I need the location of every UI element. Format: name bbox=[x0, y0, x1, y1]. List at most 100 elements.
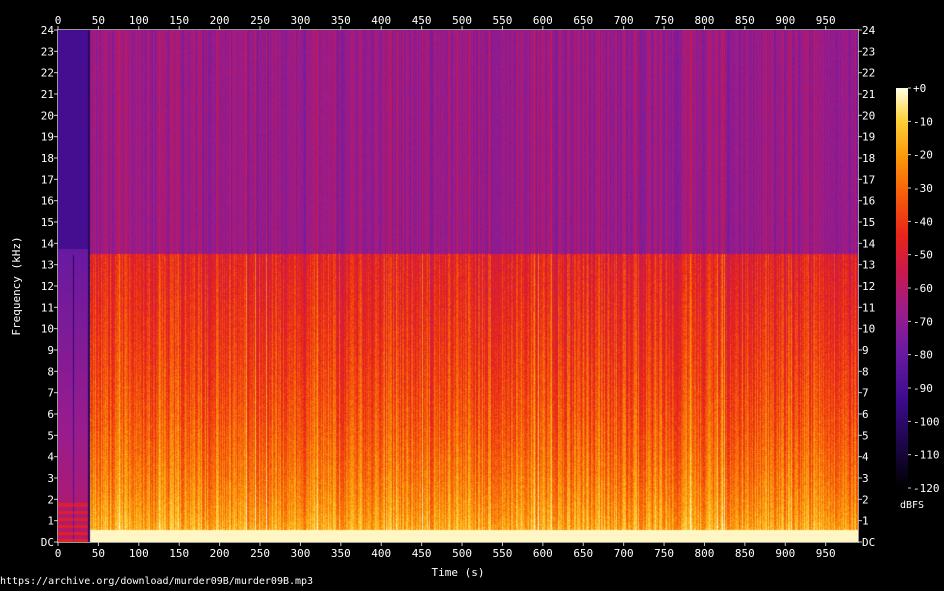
x-tick-label-top: 200 bbox=[210, 14, 230, 27]
y-tick-label: 7 bbox=[47, 387, 54, 400]
x-tick-label: 800 bbox=[695, 547, 715, 560]
x-tick-label: 750 bbox=[654, 547, 674, 560]
x-tick-label-top: 300 bbox=[290, 14, 310, 27]
y-tick-label-right: 14 bbox=[862, 237, 876, 250]
y-tick-label: 15 bbox=[41, 216, 54, 229]
y-tick-label-right: 16 bbox=[862, 195, 875, 208]
y-tick-label-right: 17 bbox=[862, 173, 875, 186]
x-tick-label-top: 600 bbox=[533, 14, 553, 27]
x-tick-label-top: 700 bbox=[614, 14, 634, 27]
y-tick-label-right: 10 bbox=[862, 323, 875, 336]
x-tick-label-top: 350 bbox=[331, 14, 351, 27]
x-tick-label: 350 bbox=[331, 547, 351, 560]
x-tick-label-top: 150 bbox=[169, 14, 189, 27]
y-tick-label-right: 23 bbox=[862, 45, 875, 58]
y-tick-label-right: 19 bbox=[862, 131, 875, 144]
colorbar-tick-label: -90 bbox=[913, 382, 933, 395]
x-tick-label-top: 950 bbox=[816, 14, 836, 27]
x-tick-label: 950 bbox=[816, 547, 836, 560]
x-tick-label-top: 100 bbox=[129, 14, 149, 27]
y-tick-label: 21 bbox=[41, 88, 54, 101]
y-tick-label-right: 2 bbox=[862, 493, 869, 506]
y-tick-label: 9 bbox=[47, 344, 54, 357]
y-tick-label-right: 12 bbox=[862, 280, 875, 293]
y-axis-label: Frequency (kHz) bbox=[10, 236, 23, 335]
colorbar-tick-label: -30 bbox=[913, 182, 933, 195]
colorbar-tick-label: -10 bbox=[913, 115, 933, 128]
x-tick-label: 50 bbox=[92, 547, 105, 560]
x-tick-label-top: 800 bbox=[695, 14, 715, 27]
x-tick-label: 850 bbox=[735, 547, 755, 560]
y-tick-label: 8 bbox=[47, 365, 54, 378]
y-tick-label-right: 20 bbox=[862, 109, 875, 122]
x-tick-label: 250 bbox=[250, 547, 270, 560]
colorbar-ticks: +0 -10 -20 -30 -40 -50 -60 -70 -80 -90 -100 -110 -12… bbox=[908, 82, 940, 495]
x-tick-label-top: 750 bbox=[654, 14, 674, 27]
x-tick-label: 600 bbox=[533, 547, 553, 560]
y-tick-label-right: 8 bbox=[862, 365, 869, 378]
x-tick-label-top: 250 bbox=[250, 14, 270, 27]
y-tick-label: DC bbox=[41, 536, 54, 549]
y-tick-label-right: 15 bbox=[862, 216, 875, 229]
y-tick-label-right: 7 bbox=[862, 387, 869, 400]
spectrogram-chart: 0 0 50 50 100 100 150 150 200 200 250 250 300 300 350 3… bbox=[10, 14, 940, 579]
y-tick-label: 3 bbox=[47, 472, 54, 485]
colorbar-tick-label: -70 bbox=[913, 315, 933, 328]
colorbar bbox=[896, 88, 908, 488]
x-tick-label-top: 900 bbox=[775, 14, 795, 27]
y-tick-label-right: 5 bbox=[862, 429, 869, 442]
x-tick-label-top: 450 bbox=[412, 14, 432, 27]
y-tick-label: 19 bbox=[41, 131, 54, 144]
y-tick-label: 20 bbox=[41, 109, 54, 122]
y-tick-label: 11 bbox=[41, 301, 54, 314]
y-tick-label: 5 bbox=[47, 429, 54, 442]
x-axis-label: Time (s) bbox=[432, 566, 485, 579]
y-tick-label: 22 bbox=[41, 67, 54, 80]
y-tick-label-right: 9 bbox=[862, 344, 869, 357]
y-tick-label-right: 1 bbox=[862, 515, 869, 528]
y-tick-label-right: 3 bbox=[862, 472, 869, 485]
y-tick-label-right: 18 bbox=[862, 152, 875, 165]
x-tick-label: 650 bbox=[573, 547, 593, 560]
x-tick-label-top: 850 bbox=[735, 14, 755, 27]
y-tick-label-right: 24 bbox=[862, 24, 876, 37]
y-tick-label: 12 bbox=[41, 280, 54, 293]
source-url: https://archive.org/download/murder09B/m… bbox=[0, 576, 314, 587]
colorbar-tick-label: -120 bbox=[913, 482, 940, 495]
y-tick-label-right: 22 bbox=[862, 67, 875, 80]
colorbar-tick-label: +0 bbox=[913, 82, 926, 95]
y-tick-label-right: 11 bbox=[862, 301, 875, 314]
colorbar-tick-label: -80 bbox=[913, 349, 933, 362]
x-tick-label: 500 bbox=[452, 547, 472, 560]
y-tick-label-right: 13 bbox=[862, 259, 875, 272]
y-tick-label: 16 bbox=[41, 195, 54, 208]
colorbar-label: dBFS bbox=[900, 500, 924, 511]
x-tick-label: 550 bbox=[493, 547, 513, 560]
x-tick-label: 400 bbox=[371, 547, 391, 560]
x-tick-label-top: 400 bbox=[371, 14, 391, 27]
colorbar-tick-label: -40 bbox=[913, 215, 933, 228]
colorbar-tick-label: -110 bbox=[913, 449, 940, 462]
colorbar-tick-label: -100 bbox=[913, 415, 940, 428]
y-tick-label: 17 bbox=[41, 173, 54, 186]
y-tick-label: 1 bbox=[47, 515, 54, 528]
x-tick-label: 450 bbox=[412, 547, 432, 560]
colorbar-tick-label: -60 bbox=[913, 282, 933, 295]
colorbar-tick-label: -20 bbox=[913, 149, 933, 162]
y-tick-label: 6 bbox=[47, 408, 54, 421]
x-tick-label: 900 bbox=[775, 547, 795, 560]
x-tick-label: 100 bbox=[129, 547, 149, 560]
y-tick-label: 18 bbox=[41, 152, 54, 165]
x-tick-label-top: 50 bbox=[92, 14, 105, 27]
y-tick-label: 23 bbox=[41, 45, 54, 58]
x-tick-label-top: 550 bbox=[493, 14, 513, 27]
x-tick-label: 0 bbox=[55, 547, 62, 560]
y-tick-label: 13 bbox=[41, 259, 54, 272]
x-tick-label: 150 bbox=[169, 547, 189, 560]
y-tick-label: 24 bbox=[41, 24, 55, 37]
y-tick-label: 14 bbox=[41, 237, 55, 250]
x-tick-label: 200 bbox=[210, 547, 230, 560]
x-tick-label: 700 bbox=[614, 547, 634, 560]
y-tick-label-right: 21 bbox=[862, 88, 875, 101]
x-tick-label-top: 650 bbox=[573, 14, 593, 27]
